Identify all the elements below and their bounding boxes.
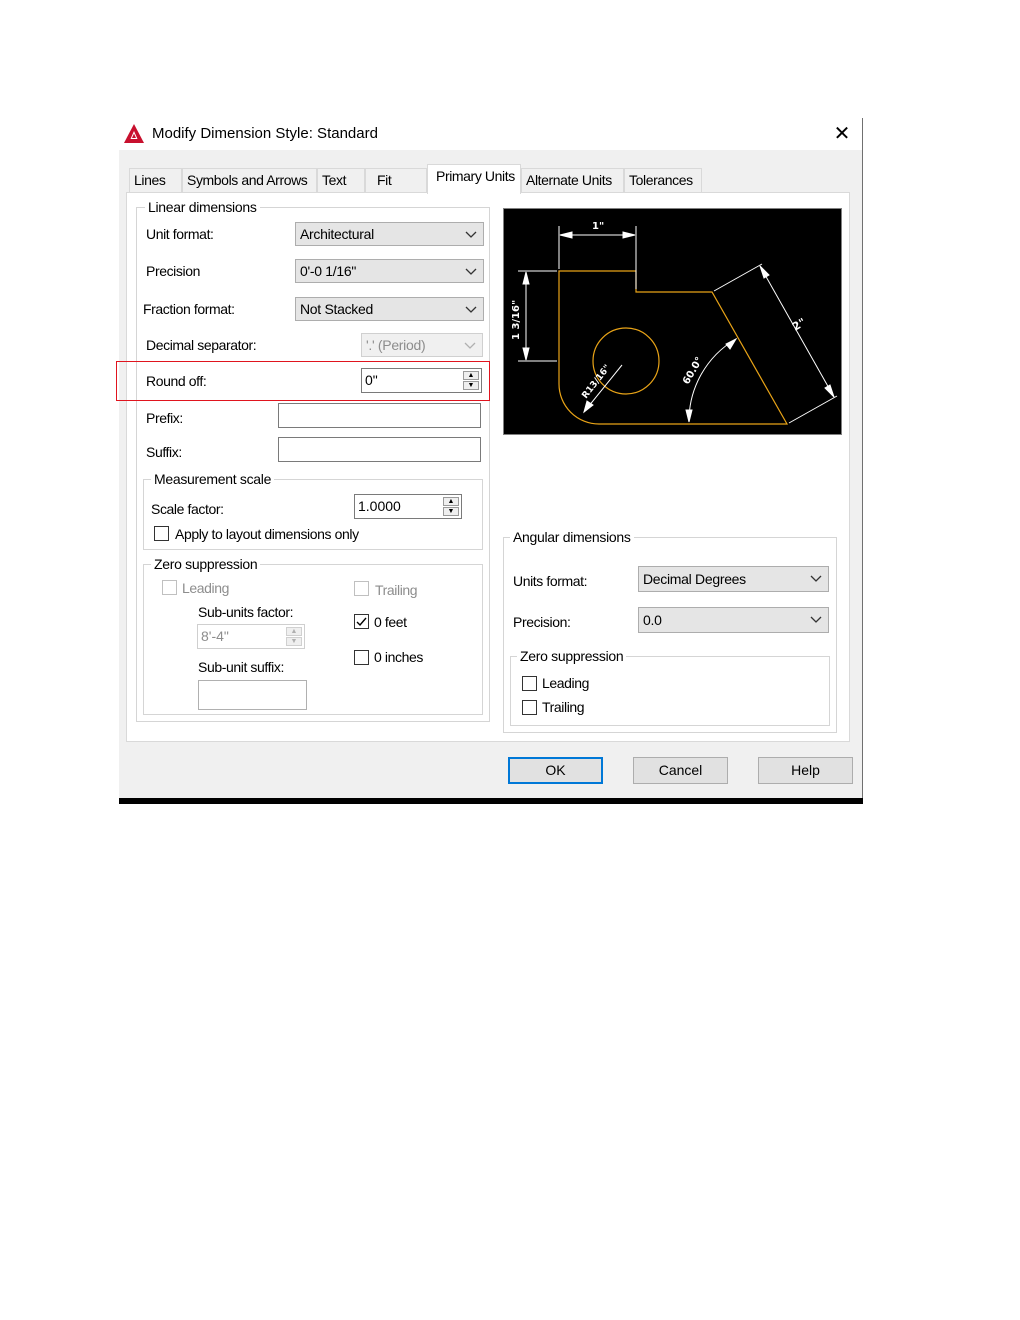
prefix-input[interactable] xyxy=(278,403,481,428)
linear-dimensions-legend: Linear dimensions xyxy=(145,199,260,215)
trailing-label: Trailing xyxy=(375,582,418,598)
chevron-down-icon xyxy=(465,306,477,313)
angular-dimensions-legend: Angular dimensions xyxy=(510,529,634,545)
chevron-down-icon xyxy=(464,342,476,349)
fraction-format-select[interactable]: Not Stacked xyxy=(295,297,484,321)
chevron-down-icon xyxy=(465,268,477,275)
zero-inches-label: 0 inches xyxy=(374,649,423,665)
chevron-down-icon xyxy=(810,616,822,623)
angular-units-format-select[interactable]: Decimal Degrees xyxy=(638,566,829,592)
decimal-separator-label: Decimal separator: xyxy=(146,337,257,353)
dimension-preview: 1" 1 3/16" R13/16" 60.0° 2" xyxy=(503,208,842,435)
tab-text[interactable]: Text xyxy=(317,168,365,192)
leading-checkbox[interactable] xyxy=(162,580,177,595)
angular-units-format-label: Units format: xyxy=(513,573,588,589)
scale-factor-input[interactable]: 1.0000 ▲ ▼ xyxy=(354,494,462,519)
precision-select[interactable]: 0'-0 1/16" xyxy=(295,259,484,283)
autocad-logo-icon xyxy=(124,124,144,143)
decimal-separator-select[interactable]: '.' (Period) xyxy=(361,333,483,357)
preview-dim-angle: 60.0° xyxy=(681,355,705,386)
help-button[interactable]: Help xyxy=(758,757,853,784)
angular-precision-select[interactable]: 0.0 xyxy=(638,607,829,633)
checkmark-icon xyxy=(356,617,367,627)
angular-trailing-label: Trailing xyxy=(542,699,585,715)
linear-zero-suppression-legend: Zero suppression xyxy=(151,556,261,572)
ok-button[interactable]: OK xyxy=(508,757,603,784)
unit-format-label: Unit format: xyxy=(146,226,214,242)
zero-feet-checkbox[interactable] xyxy=(354,614,369,629)
tab-lines[interactable]: Lines xyxy=(129,168,182,192)
scale-factor-label: Scale factor: xyxy=(151,501,224,517)
subunit-suffix-label: Sub-unit suffix: xyxy=(198,659,284,675)
precision-label: Precision xyxy=(146,263,200,279)
zero-feet-label: 0 feet xyxy=(374,614,407,630)
leading-label: Leading xyxy=(182,580,230,596)
subunits-factor-input[interactable]: 8'-4" ▲ ▼ xyxy=(197,624,305,649)
measurement-scale-legend: Measurement scale xyxy=(151,471,275,487)
window-title: Modify Dimension Style: Standard xyxy=(152,125,378,142)
prefix-label: Prefix: xyxy=(146,410,183,426)
zero-inches-checkbox[interactable] xyxy=(354,650,369,665)
bottom-edge xyxy=(119,798,863,804)
angular-leading-label: Leading xyxy=(542,675,590,691)
spin-up-icon[interactable]: ▲ xyxy=(443,497,459,506)
tab-primary-units[interactable]: Primary Units xyxy=(427,164,521,194)
subunit-suffix-input[interactable] xyxy=(198,680,307,710)
preview-dim-left: 1 3/16" xyxy=(511,300,522,340)
angular-zero-suppression-legend: Zero suppression xyxy=(517,648,627,664)
cancel-button[interactable]: Cancel xyxy=(633,757,728,784)
chevron-down-icon xyxy=(465,231,477,238)
trailing-checkbox[interactable] xyxy=(354,581,369,596)
preview-dim-top: 1" xyxy=(592,221,604,232)
chevron-down-icon xyxy=(810,575,822,582)
angular-leading-checkbox[interactable] xyxy=(522,676,537,691)
preview-dimensions xyxy=(518,226,838,424)
suffix-label: Suffix: xyxy=(146,444,182,460)
subunits-factor-spinner[interactable]: ▲ ▼ xyxy=(286,627,302,646)
preview-dim-diag: 2" xyxy=(790,316,808,334)
tab-fit[interactable]: Fit xyxy=(365,168,427,192)
angular-precision-label: Precision: xyxy=(513,614,571,630)
apply-layout-checkbox[interactable] xyxy=(154,526,169,541)
suffix-input[interactable] xyxy=(278,437,481,462)
title-bar: Modify Dimension Style: Standard ✕ xyxy=(119,118,862,150)
angular-zero-suppression-group: Zero suppression xyxy=(510,648,830,726)
round-off-highlight xyxy=(116,361,490,401)
subunits-factor-label: Sub-units factor: xyxy=(198,604,294,620)
preview-drawing: 1" 1 3/16" R13/16" 60.0° 2" xyxy=(511,221,838,425)
unit-format-select[interactable]: Architectural xyxy=(295,222,484,246)
angular-trailing-checkbox[interactable] xyxy=(522,700,537,715)
apply-layout-label: Apply to layout dimensions only xyxy=(175,526,359,542)
spin-up-icon[interactable]: ▲ xyxy=(286,627,302,636)
scale-factor-spinner[interactable]: ▲ ▼ xyxy=(443,497,459,516)
tab-tolerances[interactable]: Tolerances xyxy=(624,168,702,192)
spin-down-icon[interactable]: ▼ xyxy=(286,637,302,646)
close-icon[interactable]: ✕ xyxy=(829,121,855,147)
spin-down-icon[interactable]: ▼ xyxy=(443,507,459,516)
fraction-format-label: Fraction format: xyxy=(143,301,235,317)
tab-alternate-units[interactable]: Alternate Units xyxy=(521,168,624,192)
tab-symbols-and-arrows[interactable]: Symbols and Arrows xyxy=(182,168,317,192)
